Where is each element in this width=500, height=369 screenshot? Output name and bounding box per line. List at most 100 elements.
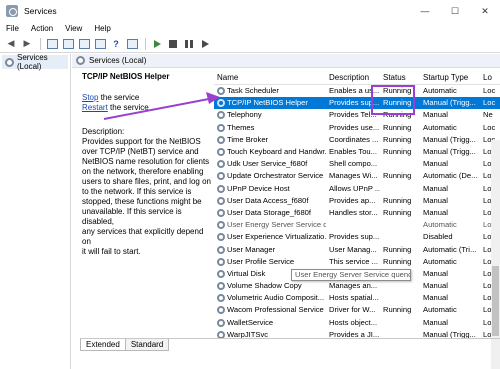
menu-help[interactable]: Help — [88, 22, 116, 35]
column-header-status[interactable]: Status — [380, 73, 420, 82]
selected-service-name: TCP/IP NetBIOS Helper — [82, 72, 170, 81]
service-description-cell: Driver for W... — [326, 304, 380, 316]
description-line: to the network. If this service is — [82, 187, 192, 196]
menu-view[interactable]: View — [59, 22, 88, 35]
service-status-cell: Running — [380, 146, 420, 158]
column-header-name[interactable]: Name — [214, 73, 326, 82]
service-status-cell: Running — [380, 304, 420, 316]
service-description-cell: Handles stor... — [326, 207, 380, 219]
vertical-scrollbar[interactable] — [491, 140, 500, 369]
service-description-cell-text: Provides sup... — [329, 232, 380, 242]
table-row[interactable]: Update Orchestrator Service Manages Wi...… — [214, 170, 500, 182]
service-startup-cell-text: Automatic (Tri... — [423, 244, 477, 254]
service-name-cell-text: UPnP Device Host — [227, 183, 290, 193]
gear-icon — [217, 294, 225, 303]
menu-action[interactable]: Action — [25, 22, 59, 35]
name-tooltip: User Energy Server Service quencreek — [291, 269, 411, 281]
help-icon[interactable]: ? — [109, 37, 123, 51]
maximize-button[interactable]: ☐ — [440, 0, 470, 22]
table-row[interactable]: Time Broker Coordinates ... Running Manual … — [214, 134, 500, 146]
gear-icon — [217, 208, 225, 217]
export-list-icon[interactable] — [93, 37, 107, 51]
start-service-icon[interactable] — [150, 37, 164, 51]
refresh-icon[interactable] — [77, 37, 91, 51]
menu-file[interactable]: File — [0, 22, 25, 35]
console-tree-icon[interactable] — [45, 37, 59, 51]
service-description-cell-text: Hosts object... — [329, 317, 378, 327]
service-name-cell-text: Virtual Disk — [227, 268, 266, 278]
table-row[interactable]: Touch Keyboard and Handwr... Enables Tou.… — [214, 146, 500, 158]
service-startup-cell: Automatic — [420, 122, 480, 134]
service-startup-cell-text: Manual (Trigg... — [423, 98, 476, 108]
service-description-cell: Hosts object... — [326, 317, 380, 329]
table-row[interactable]: Telephony Provides Tel... Running Manual Ne — [214, 109, 500, 121]
service-details: TCP/IP NetBIOS Helper Stop the service R… — [82, 72, 212, 332]
table-row[interactable]: Udk User Service_f680f Shell compo... Manu… — [214, 158, 500, 170]
table-row[interactable]: User Energy Server Service quencreek Auto… — [214, 219, 500, 231]
gear-icon — [217, 221, 225, 230]
gear-icon — [217, 111, 225, 120]
gear-icon — [217, 184, 225, 193]
scrollbar-thumb[interactable] — [492, 266, 499, 336]
table-row[interactable]: UPnP Device Host Allows UPnP ... Manual Loc — [214, 183, 500, 195]
table-row[interactable]: Wacom Professional Service Driver for W..… — [214, 304, 500, 316]
table-row[interactable]: User Data Storage_f680f Handles stor... Ru… — [214, 207, 500, 219]
table-row[interactable]: User Data Access_f680f Provides ap... Runn… — [214, 195, 500, 207]
description-line: over TCP/IP (NetBT) service and — [82, 147, 199, 156]
column-header-log-on-as[interactable]: Lo — [480, 73, 500, 82]
service-status-cell-text: Running — [383, 134, 412, 144]
table-row[interactable]: Volume Shadow Copy Manages an... Manual Loc — [214, 280, 500, 292]
properties-icon[interactable] — [61, 37, 75, 51]
gear-icon — [217, 123, 225, 132]
gear-icon — [217, 257, 225, 266]
stop-service-icon[interactable] — [166, 37, 180, 51]
service-name-cell-text: User Manager — [227, 244, 276, 254]
table-row[interactable]: TCP/IP NetBIOS Helper Provides sup... Runn… — [214, 97, 500, 110]
service-description-cell: Shell compo... — [326, 158, 380, 170]
stop-link[interactable]: Stop — [82, 93, 98, 102]
service-startup-cell: Manual — [420, 183, 480, 195]
service-status-cell: Running — [380, 170, 420, 182]
service-name-cell: User Data Storage_f680f — [214, 207, 326, 219]
description-text: Provides support for the NetBIOS over TC… — [82, 137, 212, 257]
services-pane: Services (Local) TCP/IP NetBIOS Helper S… — [72, 54, 500, 369]
service-description-cell: User Manag... — [326, 244, 380, 256]
service-startup-cell-text: Manual — [423, 317, 448, 327]
table-row[interactable]: User Manager User Manag... Running Automati… — [214, 243, 500, 255]
column-header-startup-type[interactable]: Startup Type — [420, 73, 480, 82]
service-description-cell-text: Provides use... — [329, 122, 380, 132]
pane-header-title: Services (Local) — [89, 56, 147, 65]
service-name-cell-text: User Data Access_f680f — [227, 195, 309, 205]
toolbar-divider — [40, 37, 41, 50]
table-row[interactable]: User Experience Virtualizatio... Provides… — [214, 231, 500, 243]
gear-icon — [217, 306, 225, 315]
table-row[interactable]: Volumetric Audio Composit... Hosts spatia… — [214, 292, 500, 304]
restart-link[interactable]: Restart — [82, 103, 108, 112]
gear-icon — [217, 135, 225, 144]
tab-extended[interactable]: Extended — [80, 339, 126, 351]
service-startup-cell: Automatic (Tri... — [420, 244, 480, 256]
table-row[interactable]: Themes Provides use... Running Automatic Loc — [214, 122, 500, 134]
tab-standard[interactable]: Standard — [124, 339, 170, 351]
table-row[interactable]: Task Scheduler Enables a us... Running Auto… — [214, 85, 500, 97]
forward-arrow-icon[interactable]: ▶ — [20, 37, 34, 51]
gear-icon — [217, 318, 225, 327]
column-header-description[interactable]: Description — [326, 73, 380, 82]
minimize-button[interactable]: — — [410, 0, 440, 22]
service-description-cell: Manages Wi... — [326, 170, 380, 182]
close-button[interactable]: ✕ — [470, 0, 500, 22]
show-hide-icon[interactable] — [125, 37, 139, 51]
restart-service-icon[interactable] — [198, 37, 212, 51]
service-name-cell: UPnP Device Host — [214, 183, 326, 195]
service-name-cell-text: Themes — [227, 122, 255, 132]
table-row[interactable]: WalletService Hosts object... Manual Loc — [214, 317, 500, 329]
pause-service-icon[interactable] — [182, 37, 196, 51]
service-description-cell-text: Enables Tou... — [329, 147, 377, 157]
service-name-cell: Telephony — [214, 109, 326, 121]
gear-icon — [217, 269, 225, 278]
table-row[interactable]: User Profile Service This service ... Runn… — [214, 256, 500, 268]
service-name-cell: WalletService — [214, 317, 326, 329]
tree-item-services-local[interactable]: Services (Local) — [2, 53, 68, 71]
services-table: Name Description Status Startup Type Lo … — [214, 71, 500, 341]
back-arrow-icon[interactable]: ◀ — [4, 37, 18, 51]
